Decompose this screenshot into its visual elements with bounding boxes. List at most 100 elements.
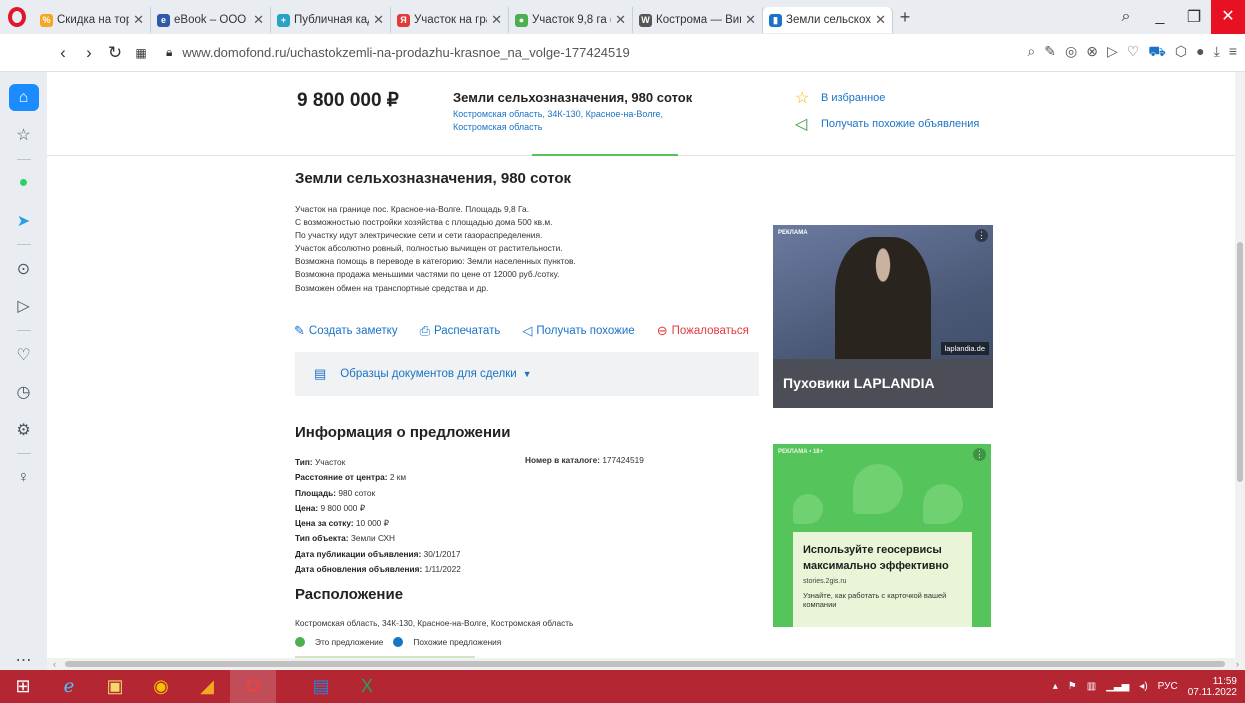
url-field[interactable]: www.domofond.ru/uchastokzemli-na-prodazh… [182, 45, 629, 60]
close-tab-icon[interactable]: ✕ [491, 12, 502, 28]
excel-icon[interactable]: X [344, 670, 390, 703]
complain-button[interactable]: ⊖ Пожаловаться [657, 323, 749, 339]
history-icon[interactable]: ◷ [9, 378, 39, 405]
ad-menu-icon[interactable]: ⋮ [975, 229, 988, 242]
clock[interactable]: 11:59 07.11.2022 [1188, 676, 1237, 698]
scrollbar-thumb[interactable] [1237, 242, 1243, 482]
browser-tab[interactable]: + Публичная кадастр ✕ [271, 7, 391, 33]
ad-banner-2gis[interactable]: РЕКЛАМА • 18+ ⋮ Используйте геосервисы м… [773, 444, 991, 627]
whatsapp-icon[interactable]: ● [9, 170, 39, 197]
edit-icon[interactable]: ✎ [1044, 43, 1056, 62]
info-key: Тип объекта: [295, 533, 349, 544]
sticky-address-link[interactable]: Костромская область, 34К-130, Красное-на… [453, 108, 713, 134]
favorite-link[interactable]: ☆ В избранное [795, 88, 885, 108]
browser-tab[interactable]: e eBook – ООО «Инф ✕ [151, 7, 271, 33]
reload-button[interactable]: ↻ [102, 43, 128, 63]
cart-icon[interactable]: ⛟ [1148, 43, 1166, 62]
search-icon[interactable]: ⌕ [1027, 43, 1035, 62]
browser-tab[interactable]: ● Участок 9,8 га (СНТ ✕ [509, 7, 633, 33]
docs-dropdown[interactable]: ▤ Образцы документов для сделки ▼ [295, 352, 759, 396]
print-button[interactable]: ⎙ Распечатать [420, 323, 501, 339]
window-controls: ⌕ _ ❐ ✕ [1109, 0, 1245, 34]
print-label: Распечатать [433, 325, 501, 337]
browser-sidebar: ⌂ ☆ ● ➤ ⊙ ▷ ♡ ◷ ⚙ ♀ ⋯ [0, 72, 47, 674]
tray-arrow-icon[interactable]: ▴ [1053, 681, 1058, 692]
flow-icon[interactable]: ▷ [9, 293, 39, 320]
browser-tab[interactable]: % Скидка на торг, утс ✕ [34, 7, 151, 33]
volume-icon[interactable]: ◂) [1139, 681, 1147, 692]
bulb-icon[interactable]: ♀ [9, 464, 39, 491]
close-tab-icon[interactable]: ✕ [875, 12, 886, 28]
telegram-icon[interactable]: ➤ [9, 207, 39, 234]
settings-icon[interactable]: ⚙ [9, 416, 39, 443]
vertical-scrollbar[interactable] [1235, 72, 1245, 658]
network-icon[interactable]: ▥ [1087, 681, 1096, 692]
minimize-button[interactable]: _ [1143, 8, 1177, 26]
subscribe-similar-button[interactable]: ◁ Получать похожие [522, 323, 634, 339]
opera-icon[interactable]: O [230, 670, 276, 703]
explorer-icon[interactable]: ▣ [92, 670, 138, 703]
close-window-button[interactable]: ✕ [1211, 0, 1245, 34]
create-note-button[interactable]: ✎ Создать заметку [294, 323, 398, 339]
similar-ads-link[interactable]: ◁ Получать похожие объявления [795, 114, 979, 134]
download-icon[interactable]: ⤓ [1214, 43, 1220, 62]
browser-tab[interactable]: ▮ Земли сельскохозя ✕ [763, 7, 893, 33]
app-icon[interactable]: ◢ [184, 670, 230, 703]
clock-date: 07.11.2022 [1187, 686, 1237, 698]
language-indicator[interactable]: РУС [1158, 681, 1178, 692]
tray-flag-icon[interactable]: ⚑ [1068, 681, 1077, 692]
ad-banner-laplandia[interactable]: РЕКЛАМА ⋮ laplandia.de Пуховики LAPLANDI… [773, 225, 993, 408]
ad-menu-icon[interactable]: ⋮ [973, 448, 986, 461]
scroll-right-icon[interactable]: › [1236, 659, 1239, 669]
send-icon[interactable]: ▷ [1107, 43, 1118, 62]
outlook-icon[interactable]: ▤ [298, 670, 344, 703]
close-tab-icon[interactable]: ✕ [133, 12, 144, 28]
ad-tag: РЕКЛАМА [778, 230, 808, 236]
opera-logo-icon[interactable] [0, 0, 34, 34]
chrome-icon[interactable]: ◉ [138, 670, 184, 703]
player-icon[interactable]: ⊙ [9, 255, 39, 282]
close-tab-icon[interactable]: ✕ [615, 12, 626, 28]
scroll-left-icon[interactable]: ‹ [53, 659, 56, 669]
back-button[interactable]: ‹ [50, 43, 76, 63]
signal-icon[interactable]: ▁▃▅ [1106, 681, 1129, 692]
info-value: 9 800 000 ₽ [320, 502, 365, 513]
snapshot-icon[interactable]: ◎ [1065, 43, 1077, 62]
tab-favicon-icon: W [639, 13, 652, 27]
ad-photo [835, 237, 931, 377]
ie-icon[interactable]: ℯ [46, 670, 92, 703]
heart-icon[interactable]: ♡ [9, 341, 39, 368]
description-line: Возможна помощь в переводе в категорию: … [295, 256, 576, 267]
start-button[interactable]: ⊞ [0, 670, 46, 703]
bell-icon: ◁ [522, 323, 533, 338]
horizontal-scrollbar[interactable]: ‹ › [47, 658, 1245, 670]
legend-similar-label: Похожие предложения [413, 637, 502, 647]
chevron-down-icon: ▼ [522, 369, 532, 379]
address-bar-tools: ⌕ ✎ ◎ ⊗ ▷ ♡ ⛟ ⬡ ● ⤓ ≡ [1027, 43, 1237, 62]
lock-icon[interactable]: 🔒︎ [166, 45, 172, 60]
description-line: Возможна продажа меньшими частями по цен… [295, 269, 560, 280]
restore-button[interactable]: ❐ [1177, 7, 1211, 27]
search-tabs-icon[interactable]: ⌕ [1109, 8, 1143, 26]
forward-button[interactable]: › [76, 43, 102, 63]
active-tab-underline [532, 154, 678, 156]
heart-icon[interactable]: ♡ [1127, 43, 1140, 62]
star-icon[interactable]: ☆ [9, 121, 39, 148]
profile-icon[interactable]: ● [1196, 43, 1204, 62]
new-tab-button[interactable]: + [893, 7, 917, 28]
speed-dial-icon[interactable]: ▦ [128, 46, 154, 60]
close-tab-icon[interactable]: ✕ [745, 12, 756, 28]
home-icon[interactable]: ⌂ [8, 84, 39, 112]
close-tab-icon[interactable]: ✕ [253, 12, 264, 28]
info-row: Тип: Участок [295, 455, 525, 470]
close-tab-icon[interactable]: ✕ [373, 12, 384, 28]
menu-icon[interactable]: ≡ [1229, 43, 1237, 62]
description-line: Участок абсолютно ровный, полностью вычи… [295, 243, 563, 254]
system-tray: ▴ ⚑ ▥ ▁▃▅ ◂) РУС 11:59 07.11.2022 [1053, 670, 1245, 703]
adblock-icon[interactable]: ⊗ [1086, 43, 1098, 62]
scrollbar-thumb[interactable] [65, 661, 1225, 667]
info-key: Расстояние от центра: [295, 472, 388, 483]
cube-icon[interactable]: ⬡ [1175, 43, 1187, 62]
browser-tab[interactable]: Я Участок на границ ✕ [391, 7, 509, 33]
browser-tab[interactable]: W Кострома — Викип ✕ [633, 7, 763, 33]
